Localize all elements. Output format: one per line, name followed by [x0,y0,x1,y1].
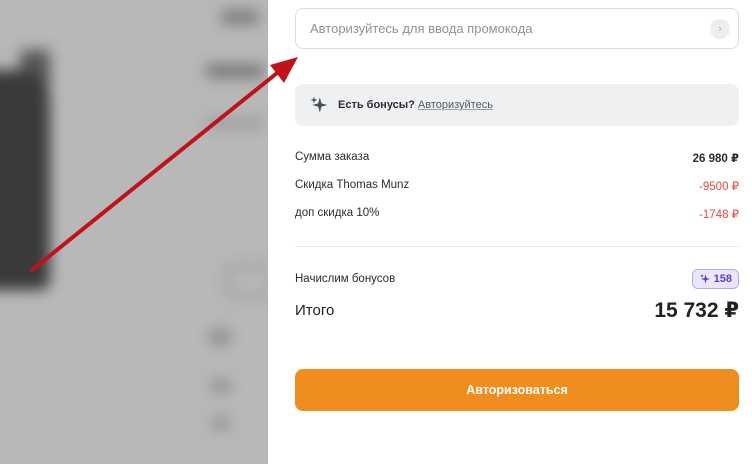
summary-label: Скидка Thomas Munz [295,179,410,191]
divider [295,246,739,247]
chevron-right-icon[interactable]: › [710,19,730,39]
authorize-button[interactable]: Авторизоваться [295,369,739,411]
promo-code-placeholder: Авторизуйтесь для ввода промокода [310,21,533,36]
bonus-question: Есть бонусы? [338,99,415,111]
sparkle-icon [310,96,328,113]
summary-value: -1748 ₽ [699,209,739,221]
total-value: 15 732 ₽ [654,299,739,322]
summary-row-discount: Скидка Thomas Munz -9500 ₽ [295,179,739,193]
summary-label: доп скидка 10% [295,207,380,219]
background-page-blurred [0,0,268,464]
bonus-login-link[interactable]: Авторизуйтесь [418,99,493,111]
bonus-accrual-row: Начислим бонусов 158 [295,269,739,289]
bonus-accrual-badge: 158 [691,269,739,289]
summary-value: -9500 ₽ [699,181,739,193]
total-label: Итого [295,302,335,319]
bonus-accrual-label: Начислим бонусов [295,273,396,285]
summary-row-subtotal: Сумма заказа 26 980 ₽ [295,151,739,165]
total-row: Итого 15 732 ₽ [295,298,739,323]
promo-code-input[interactable]: Авторизуйтесь для ввода промокода › [295,8,739,49]
summary-row-extra-discount: доп скидка 10% -1748 ₽ [295,207,739,221]
order-summary-panel: Авторизуйтесь для ввода промокода › Есть… [268,0,752,464]
summary-value: 26 980 ₽ [692,153,739,165]
summary-label: Сумма заказа [295,151,370,163]
sparkle-icon [699,274,710,284]
bonus-accrual-amount: 158 [713,273,732,285]
bonus-login-prompt: Есть бонусы? Авторизуйтесь [295,84,739,126]
